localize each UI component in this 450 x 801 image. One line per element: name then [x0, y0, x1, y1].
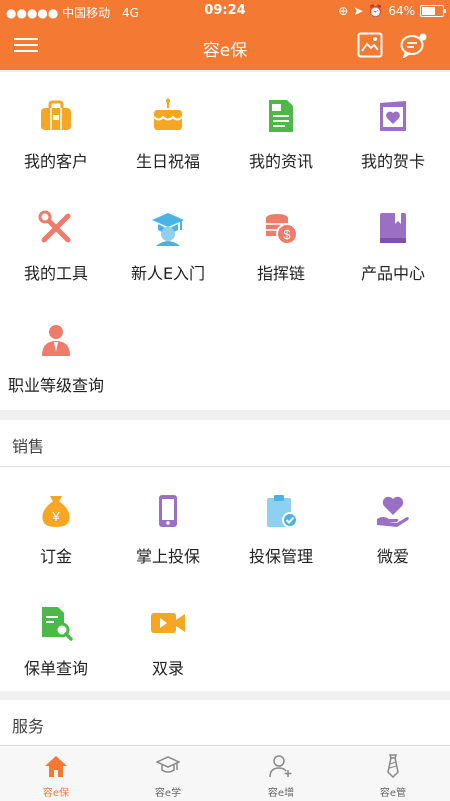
- app-header: ●●●●● 中国移动 4G 09:24 ⊕ ➤ ⏰ 64% 容e保: [0, 0, 450, 70]
- chat-icon: [400, 33, 427, 60]
- tab-rong-e-xue[interactable]: 容e学: [112, 746, 224, 801]
- svg-text:¥: ¥: [51, 509, 60, 524]
- image-button[interactable]: [357, 32, 383, 58]
- tools-icon: [38, 210, 74, 246]
- tile-label: 订金: [39, 547, 72, 566]
- section-title: 销售: [12, 437, 45, 456]
- tile-label: 我的贺卡: [360, 152, 425, 171]
- tile-label: 掌上投保: [135, 547, 200, 566]
- tile-newcomer-intro[interactable]: 新人E入门: [112, 184, 224, 296]
- tab-label: 容e增: [267, 788, 295, 799]
- tab-rong-e-bao[interactable]: 容e保: [0, 746, 112, 801]
- lock-rotation-icon: ⊕: [338, 4, 349, 18]
- tile-my-news[interactable]: 我的资讯: [225, 72, 337, 184]
- search-doc-icon: [38, 605, 74, 641]
- tile-deposit[interactable]: ¥ 订金: [0, 467, 112, 579]
- bottom-tab-bar: 容e保 容e学 容e增 容e管: [0, 745, 450, 801]
- tab-rong-e-guan[interactable]: 容e管: [337, 746, 449, 801]
- svg-text:$: $: [283, 227, 291, 242]
- tile-label: 产品中心: [360, 264, 425, 283]
- person-icon: [38, 322, 74, 358]
- sales-grid: ¥ 订金 掌上投保 投保管理 微爱 保单查询 双录: [0, 467, 450, 691]
- tile-label: 生日祝福: [135, 152, 200, 171]
- tile-label: 指挥链: [256, 264, 305, 283]
- tile-my-tools[interactable]: 我的工具: [0, 184, 112, 296]
- document-icon: [263, 98, 299, 134]
- tile-my-customers[interactable]: 我的客户: [0, 72, 112, 184]
- tile-my-cards[interactable]: 我的贺卡: [337, 72, 449, 184]
- tile-insure-management[interactable]: 投保管理: [225, 467, 337, 579]
- coins-icon: $: [263, 210, 299, 246]
- service-section-header: 服务: [0, 700, 450, 747]
- battery-icon: [420, 5, 446, 17]
- briefcase-icon: [38, 98, 74, 134]
- tie-icon: [387, 754, 399, 778]
- phone-icon: [150, 493, 186, 529]
- heart-hand-icon: [375, 493, 411, 529]
- graduation-cap-icon: [156, 756, 180, 773]
- cake-icon: [150, 98, 186, 134]
- tab-label: 容e管: [379, 788, 407, 799]
- tile-label: 我的客户: [23, 152, 88, 171]
- tab-label: 容e学: [154, 788, 182, 799]
- battery-percent: 64%: [388, 4, 415, 18]
- tile-label: 保单查询: [23, 659, 88, 678]
- tile-birthday-wishes[interactable]: 生日祝福: [112, 72, 224, 184]
- tile-label: 双录: [151, 659, 184, 678]
- tab-rong-e-zeng[interactable]: 容e增: [225, 746, 337, 801]
- section-title: 服务: [12, 717, 45, 736]
- tile-label: 微爱: [376, 547, 409, 566]
- tile-label: 职业等级查询: [7, 376, 104, 395]
- tile-career-level-query[interactable]: 职业等级查询: [0, 296, 112, 408]
- tile-command-chain[interactable]: $ 指挥链: [225, 184, 337, 296]
- book-icon: [375, 210, 411, 246]
- video-icon: [150, 605, 186, 641]
- nav-bar: 容e保: [0, 22, 450, 70]
- tile-mobile-insure[interactable]: 掌上投保: [112, 467, 224, 579]
- tile-micro-love[interactable]: 微爱: [337, 467, 449, 579]
- sales-section-header: 销售: [0, 420, 450, 467]
- status-bar: ●●●●● 中国移动 4G 09:24 ⊕ ➤ ⏰ 64%: [0, 0, 450, 22]
- clipboard-icon: [263, 493, 299, 529]
- status-indicators: ⊕ ➤ ⏰ 64%: [338, 4, 446, 18]
- tile-label: 我的工具: [23, 264, 88, 283]
- main-grid: 我的客户 生日祝福 我的资讯 我的贺卡 我的工具 新人E入门 $ 指挥链 产品中…: [0, 72, 450, 410]
- money-bag-icon: ¥: [38, 493, 74, 529]
- tile-product-center[interactable]: 产品中心: [337, 184, 449, 296]
- card-icon: [375, 98, 411, 134]
- message-button[interactable]: [400, 32, 428, 60]
- alarm-icon: ⏰: [368, 4, 384, 18]
- tab-label: 容e保: [42, 788, 70, 799]
- image-icon: [357, 32, 383, 58]
- tile-label: 投保管理: [248, 547, 313, 566]
- tile-policy-query[interactable]: 保单查询: [0, 579, 112, 691]
- tile-label: 新人E入门: [130, 264, 206, 283]
- tile-label: 我的资讯: [248, 152, 313, 171]
- graduate-icon: [150, 210, 186, 246]
- tile-dual-recording[interactable]: 双录: [112, 579, 224, 691]
- add-user-icon: [269, 755, 292, 778]
- location-icon: ➤: [353, 4, 364, 18]
- home-icon: [45, 756, 67, 777]
